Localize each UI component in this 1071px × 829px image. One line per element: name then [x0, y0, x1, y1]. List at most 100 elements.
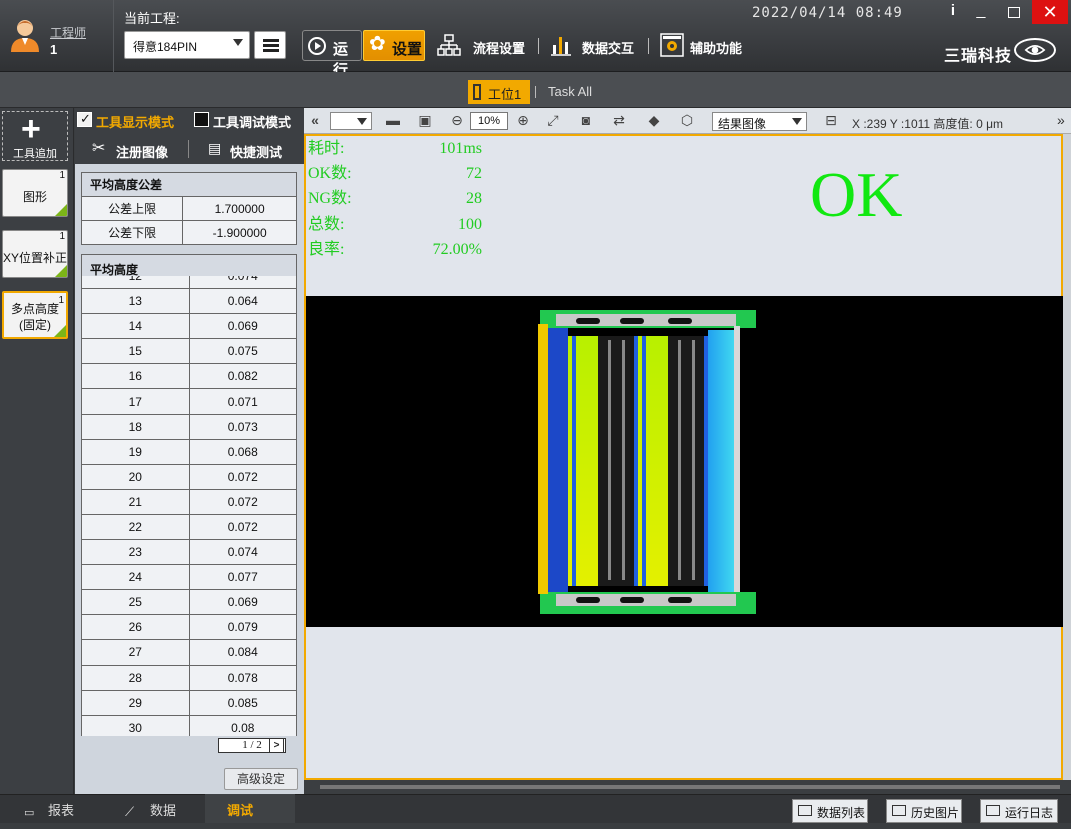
- quick-test-button[interactable]: 快捷测试: [230, 142, 282, 161]
- fit-screen-icon[interactable]: ⤢: [544, 111, 562, 129]
- table-row[interactable]: 22 0.072: [81, 513, 297, 541]
- project-list-button[interactable]: [254, 31, 286, 59]
- point-index-cell: 18: [81, 413, 190, 440]
- point-index-cell: 20: [81, 463, 190, 490]
- tool-count: 1: [59, 170, 65, 181]
- table-row[interactable]: 24 0.077: [81, 564, 297, 591]
- data-list-button[interactable]: 数据列表: [792, 799, 868, 823]
- tool-item-multipoint-height[interactable]: 1 多点高度(固定): [2, 291, 68, 339]
- stat-label: 耗时:: [308, 140, 345, 157]
- height-value-cell: 0.072: [188, 463, 297, 490]
- display-mode-label[interactable]: 工具显示模式: [96, 112, 174, 131]
- horizontal-scrollbar[interactable]: [304, 780, 1071, 794]
- point-index-cell: 27: [81, 639, 190, 666]
- table-cell[interactable]: -1.900000: [182, 220, 297, 245]
- folder-icon[interactable]: ▬: [384, 111, 402, 129]
- table-row[interactable]: 16 0.082: [81, 363, 297, 390]
- table-row[interactable]: 28 0.078: [81, 664, 297, 691]
- user-role[interactable]: 工程师: [50, 24, 86, 41]
- run-log-button[interactable]: 运行日志: [980, 799, 1058, 823]
- table-row[interactable]: 27 0.084: [81, 639, 297, 666]
- point-index-cell: 19: [81, 438, 190, 465]
- project-select[interactable]: 得意184PIN: [124, 31, 250, 59]
- table-row[interactable]: 21 0.072: [81, 488, 297, 515]
- average-height-table-scroll[interactable]: 12 0.074 13 0.064 14 0.069 15 0.075 16 0.082 17 0.0…: [81, 276, 297, 736]
- cube-icon[interactable]: ◆: [645, 111, 663, 129]
- gear-icon: ✿: [369, 33, 386, 55]
- swap-icon[interactable]: ⇄: [610, 111, 628, 129]
- table-cell: 公差上限: [80, 196, 184, 221]
- collapse-panel-button[interactable]: «: [306, 111, 324, 129]
- maximize-button[interactable]: [1000, 2, 1028, 24]
- page-next-button[interactable]: >: [269, 738, 284, 753]
- table-row[interactable]: 18 0.073: [81, 413, 297, 440]
- close-button[interactable]: ✕: [1032, 0, 1068, 24]
- stat-label: NG数:: [308, 190, 352, 208]
- save-icon[interactable]: ▣: [416, 111, 434, 129]
- average-height-table: 12 0.074 13 0.064 14 0.069 15 0.075 16 0.082 17 0.0…: [81, 276, 297, 736]
- vertical-scrollbar[interactable]: [1063, 134, 1071, 780]
- tool-item-graphics[interactable]: 1 图形: [2, 169, 68, 217]
- advanced-settings-button[interactable]: 高级设定: [224, 768, 298, 790]
- tab-task-all[interactable]: Task All: [548, 84, 592, 99]
- debug-mode-checkbox[interactable]: [194, 112, 209, 127]
- minimize-button[interactable]: _: [968, 2, 994, 24]
- table-row[interactable]: 13 0.064: [81, 288, 297, 315]
- action-separator: [188, 140, 189, 158]
- tool-count: 1: [58, 295, 64, 306]
- table-row[interactable]: 公差上限 1.700000: [80, 196, 297, 221]
- history-label: 历史图片: [911, 806, 960, 820]
- stat-label: 总数:: [308, 215, 345, 233]
- measure-icon[interactable]: ⊟: [822, 111, 840, 129]
- tool-item-xy-correction[interactable]: 1 XY位置补正: [2, 230, 68, 278]
- display-mode-checkbox[interactable]: [77, 111, 92, 127]
- table-row[interactable]: 23 0.074: [81, 539, 297, 566]
- height-value-cell: 0.069: [188, 589, 297, 616]
- view-mode-value: 结果图像: [718, 117, 767, 131]
- table-row[interactable]: 17 0.071: [81, 388, 297, 415]
- image-source-select[interactable]: [330, 112, 372, 130]
- user-avatar-icon: [11, 20, 39, 52]
- log-icon: [986, 805, 1000, 816]
- data-exchange-icon: [551, 37, 571, 56]
- flow-settings-button[interactable]: 流程设置: [473, 30, 525, 61]
- camera-icon[interactable]: ◙: [577, 111, 595, 129]
- scrollbar-thumb[interactable]: [320, 785, 1060, 789]
- zoom-out-icon[interactable]: ⊖: [448, 111, 466, 129]
- table-cell[interactable]: 1.700000: [182, 196, 297, 221]
- view-mode-select[interactable]: 结果图像: [712, 112, 807, 131]
- table-row[interactable]: 15 0.075: [81, 338, 297, 365]
- expand-panel-button[interactable]: »: [1057, 112, 1065, 128]
- point-index-cell: 16: [81, 363, 190, 390]
- tool-label: 多点高度(固定): [10, 302, 59, 332]
- data-button[interactable]: 数据: [150, 794, 176, 823]
- zoom-level-input[interactable]: 10%: [470, 112, 508, 130]
- tool-count: 1: [59, 231, 65, 242]
- point-index-cell: 12: [81, 276, 190, 290]
- table-row[interactable]: 12 0.074: [81, 276, 297, 290]
- zoom-in-icon[interactable]: ⊕: [514, 111, 532, 129]
- point-index-cell: 28: [81, 664, 190, 691]
- stat-row: 总数: 100: [308, 212, 508, 237]
- table-row[interactable]: 30 0.08: [81, 714, 297, 736]
- table-row[interactable]: 19 0.068: [81, 438, 297, 465]
- table-row[interactable]: 14 0.069: [81, 313, 297, 340]
- report-button[interactable]: 报表: [48, 794, 74, 823]
- data-exchange-button[interactable]: 数据交互: [582, 30, 634, 61]
- chevron-down-icon: [233, 39, 243, 46]
- table-row[interactable]: 20 0.072: [81, 463, 297, 490]
- 3d-view-icon[interactable]: ⬡: [678, 111, 696, 129]
- tool-label: 图形: [22, 190, 47, 204]
- table-row[interactable]: 29 0.085: [81, 689, 297, 716]
- table-row[interactable]: 25 0.069: [81, 589, 297, 616]
- table-row[interactable]: 公差下限 -1.900000: [80, 220, 297, 245]
- table-row[interactable]: 26 0.079: [81, 614, 297, 641]
- debug-button[interactable]: 调试: [205, 794, 295, 823]
- height-value-cell: 0.08: [188, 714, 297, 736]
- info-button[interactable]: i: [946, 2, 960, 19]
- height-value-cell: 0.072: [188, 488, 297, 515]
- debug-mode-label[interactable]: 工具调试模式: [213, 112, 291, 131]
- auxiliary-button[interactable]: 辅助功能: [690, 30, 742, 61]
- history-images-button[interactable]: 历史图片: [886, 799, 962, 823]
- register-image-button[interactable]: 注册图像: [116, 142, 168, 161]
